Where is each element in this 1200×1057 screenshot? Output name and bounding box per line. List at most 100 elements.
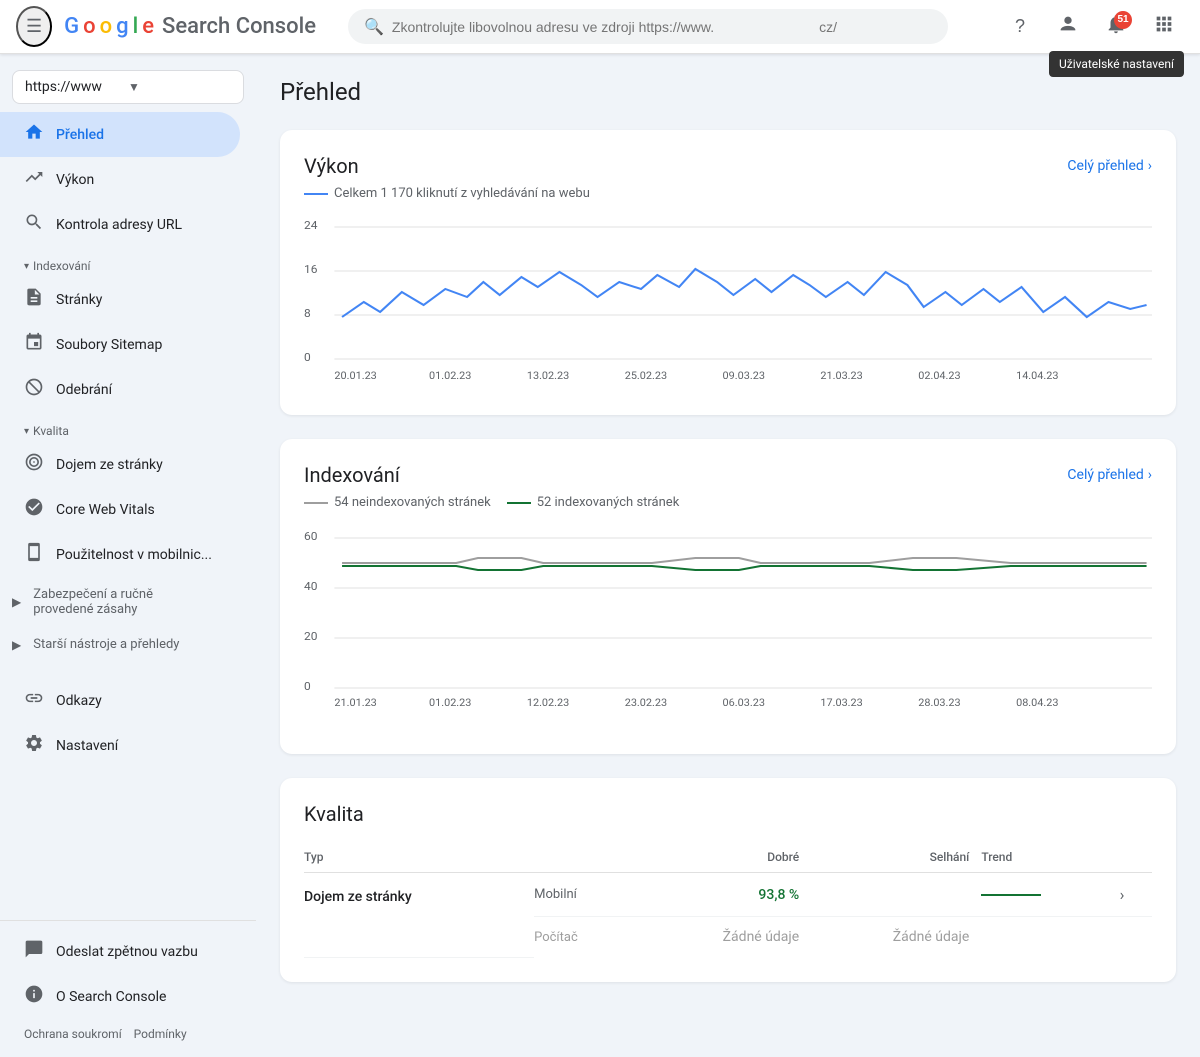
sidebar: https://www ▼ Přehled Výkon Kontrola adr… <box>0 54 256 1057</box>
sidebar-item-vykon[interactable]: Výkon <box>0 157 240 202</box>
main-content: Přehled Výkon Celý přehled › Celkem 1 17… <box>256 54 1200 1057</box>
svg-text:08.04.23: 08.04.23 <box>1016 696 1059 708</box>
dojem-label: Dojem ze stránky <box>304 873 534 958</box>
indexovani-section-label[interactable]: ▾ Indexování <box>0 247 256 277</box>
sidebar-item-odebrani[interactable]: Odebrání <box>0 367 240 412</box>
removal-icon <box>24 377 44 402</box>
search-icon: 🔍 <box>364 17 384 36</box>
svg-text:28.03.23: 28.03.23 <box>918 696 961 708</box>
indexovani-chart: 60 40 20 0 21.01.23 01.02.23 1 <box>304 526 1152 730</box>
chevron-right-icon-dojem[interactable]: › <box>1120 885 1125 904</box>
svg-text:0: 0 <box>304 350 311 363</box>
terms-link[interactable]: Podmínky <box>134 1027 187 1041</box>
indexovani-legend-green: 52 indexovaných stránek <box>507 495 680 510</box>
sidebar-item-zpetna-vazba[interactable]: Odeslat zpětnou vazbu <box>0 929 256 974</box>
sidebar-item-stranky[interactable]: Stránky <box>0 277 240 322</box>
sidebar-item-prehled[interactable]: Přehled <box>0 112 240 157</box>
vykon-legend-item: Celkem 1 170 kliknutí z vyhledávání na w… <box>304 186 590 201</box>
kvalita-title: Kvalita <box>304 802 364 826</box>
sidebar-item-nastaveni[interactable]: Nastavení <box>0 723 240 768</box>
gray-legend-line <box>304 502 328 504</box>
svg-text:14.04.23: 14.04.23 <box>1016 369 1059 381</box>
experience-icon <box>24 452 44 477</box>
svg-text:01.02.23: 01.02.23 <box>429 369 472 381</box>
col-action <box>1120 842 1152 873</box>
svg-text:20.01.23: 20.01.23 <box>334 369 377 381</box>
vykon-card-header: Výkon Celý přehled › <box>304 154 1152 178</box>
sidebar-item-bezpecnost[interactable]: ▶ Zabezpečení a ručně provedené zásahy <box>0 577 240 627</box>
expand-icon-starsi: ▶ <box>12 638 21 652</box>
apps-icon <box>1153 13 1175 40</box>
app-layout: https://www ▼ Přehled Výkon Kontrola adr… <box>0 54 1200 1057</box>
svg-text:16: 16 <box>304 262 317 275</box>
sidebar-item-o-konzoli[interactable]: O Search Console <box>0 974 256 1019</box>
sidebar-item-cwv[interactable]: Core Web Vitals <box>0 487 240 532</box>
pocitac-selhani: Žádné údaje <box>811 917 981 958</box>
indexovani-legend-gray: 54 neindexovaných stránek <box>304 495 491 510</box>
apps-button[interactable] <box>1144 7 1184 47</box>
col-typ: Typ <box>304 842 534 873</box>
vykon-full-link[interactable]: Celý přehled › <box>1067 158 1152 174</box>
mobilni-dobre: 93,8 % <box>641 873 811 917</box>
chevron-down-icon: ▾ <box>24 261 29 272</box>
svg-text:09.03.23: 09.03.23 <box>723 369 766 381</box>
app-header: ☰ Google Search Console 🔍 ? 51 <box>0 0 1200 54</box>
svg-text:21.03.23: 21.03.23 <box>820 369 863 381</box>
trend-cell <box>981 894 1107 896</box>
search-bar[interactable]: 🔍 <box>348 9 948 44</box>
notifications-button[interactable]: 51 <box>1096 7 1136 47</box>
indexovani-legend: 54 neindexovaných stránek 52 indexovanýc… <box>304 495 1152 510</box>
header-left: ☰ Google Search Console <box>16 6 316 47</box>
indexovani-full-link[interactable]: Celý přehled › <box>1067 467 1152 483</box>
col-empty <box>534 842 641 873</box>
mobile-icon <box>24 542 44 567</box>
col-dobre: Dobré <box>641 842 811 873</box>
trending-icon <box>24 167 44 192</box>
user-settings-tooltip: Uživatelské nastavení <box>1049 51 1184 77</box>
footer-links: Ochrana soukromí Podmínky <box>0 1019 256 1049</box>
col-selhani: Selhání <box>811 842 981 873</box>
mobilni-trend <box>981 873 1119 917</box>
chevron-down-icon-2: ▾ <box>24 426 29 437</box>
svg-text:01.02.23: 01.02.23 <box>429 696 472 708</box>
google-logo: Google Search Console <box>64 14 316 39</box>
sidebar-item-dojem[interactable]: Dojem ze stránky <box>0 442 240 487</box>
svg-text:23.02.23: 23.02.23 <box>625 696 668 708</box>
vykon-title: Výkon <box>304 154 359 178</box>
account-button[interactable] <box>1048 7 1088 47</box>
search-input[interactable] <box>392 19 932 35</box>
sitemap-icon <box>24 332 44 357</box>
sidebar-item-sitemap[interactable]: Soubory Sitemap <box>0 322 240 367</box>
notification-badge: 51 <box>1114 11 1132 29</box>
info-icon <box>24 984 44 1009</box>
vykon-legend: Celkem 1 170 kliknutí z vyhledávání na w… <box>304 186 1152 201</box>
chevron-right-icon: › <box>1148 158 1152 174</box>
privacy-link[interactable]: Ochrana soukromí <box>24 1027 122 1041</box>
property-selector[interactable]: https://www ▼ <box>12 70 244 104</box>
svg-text:06.03.23: 06.03.23 <box>723 696 766 708</box>
links-icon <box>24 688 44 713</box>
settings-icon <box>24 733 44 758</box>
kvalita-card: Kvalita Typ Dobré Selhání Trend Dojem ze <box>280 778 1176 982</box>
kvalita-section-label[interactable]: ▾ Kvalita <box>0 412 256 442</box>
sidebar-item-mobilni[interactable]: Použitelnost v mobilnic... <box>0 532 240 577</box>
pocitac-label: Počítač <box>534 917 641 958</box>
mobilni-arrow[interactable]: › <box>1120 873 1152 917</box>
app-title: Search Console <box>162 14 316 39</box>
sidebar-item-starsi[interactable]: ▶ Starší nástroje a přehledy <box>0 627 240 662</box>
sidebar-item-odkazy[interactable]: Odkazy <box>0 678 240 723</box>
sidebar-item-kontrola-url[interactable]: Kontrola adresy URL <box>0 202 240 247</box>
quality-table: Typ Dobré Selhání Trend Dojem ze stránky… <box>304 842 1152 958</box>
pocitac-arrow <box>1120 917 1152 958</box>
help-button[interactable]: ? <box>1000 7 1040 47</box>
quality-row-dojem: Dojem ze stránky Mobilní 93,8 % › <box>304 873 1152 917</box>
svg-text:17.03.23: 17.03.23 <box>820 696 863 708</box>
indexovani-card-header: Indexování Celý přehled › <box>304 463 1152 487</box>
menu-button[interactable]: ☰ <box>16 6 52 47</box>
blue-line <box>304 193 328 195</box>
svg-text:24: 24 <box>304 218 318 231</box>
green-legend-line <box>507 502 531 504</box>
pocitac-dobre: Žádné údaje <box>641 917 811 958</box>
kvalita-card-header: Kvalita <box>304 802 1152 826</box>
account-icon <box>1057 13 1079 40</box>
